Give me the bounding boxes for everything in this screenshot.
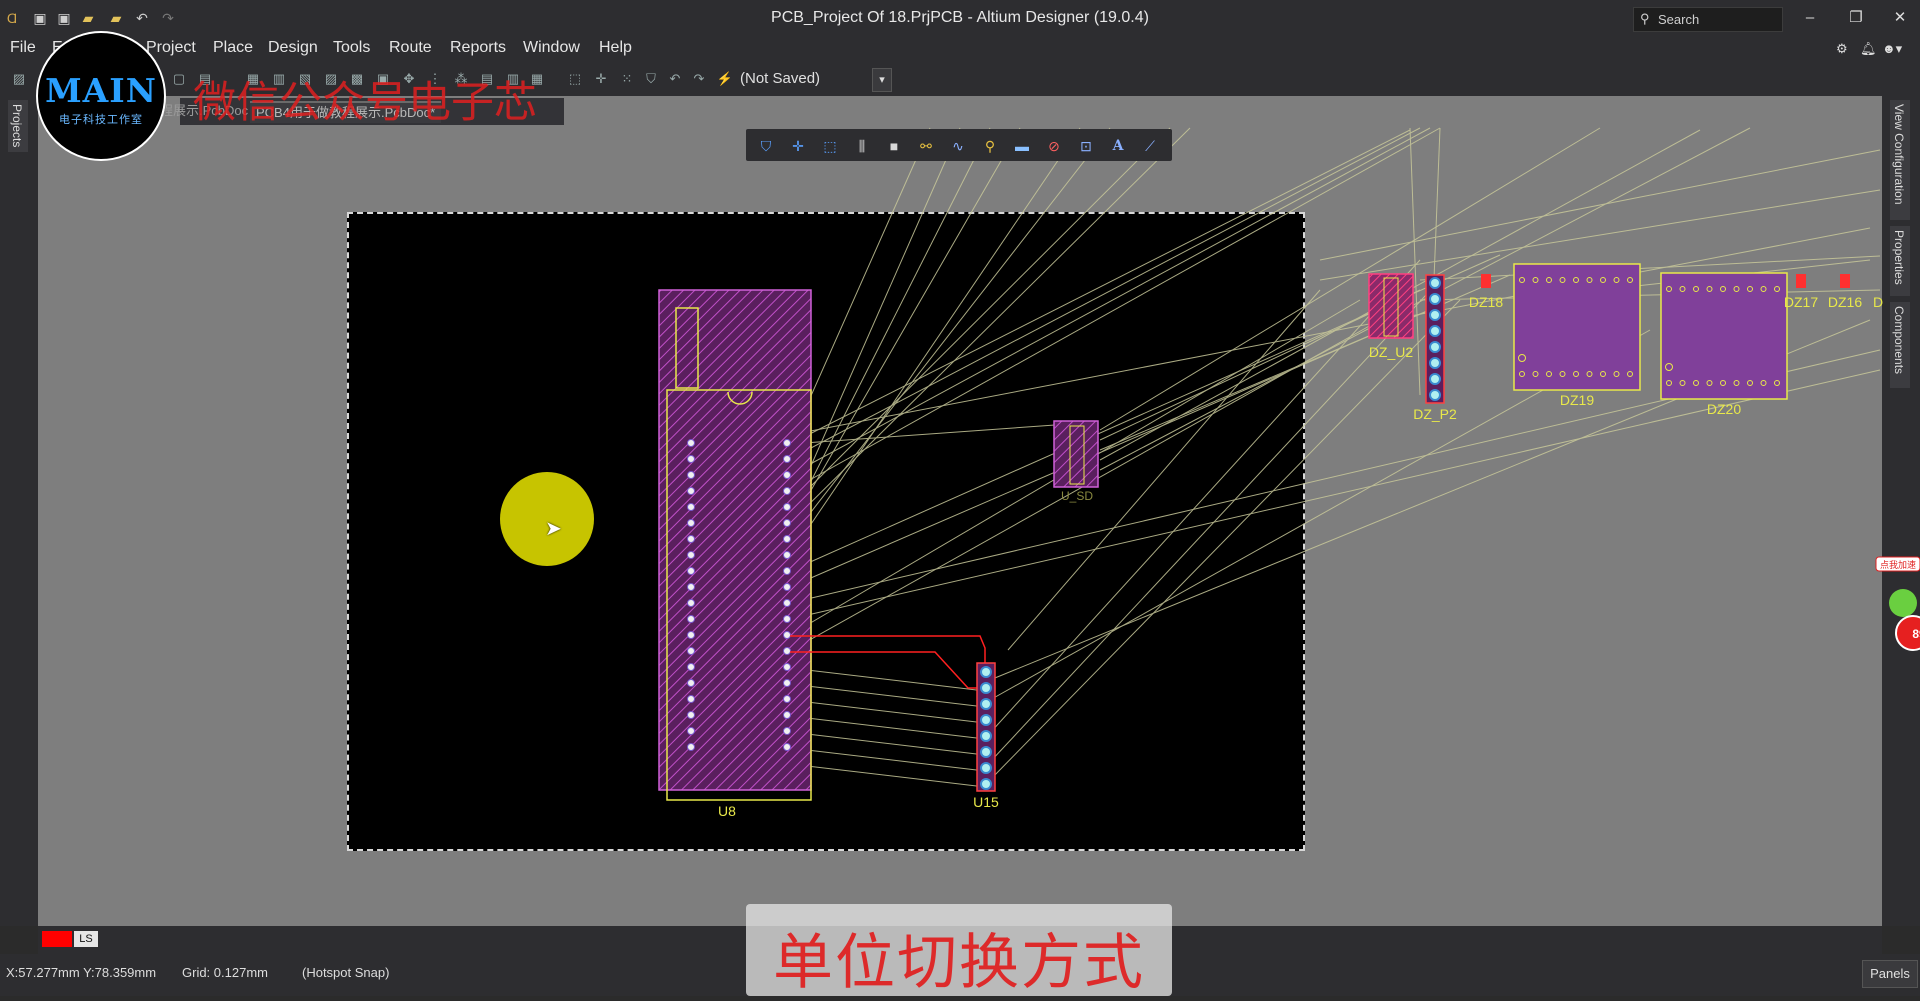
toolbar-redo-icon[interactable]: ↷ — [690, 70, 708, 88]
ad-widget[interactable]: 点我加速 89 — [1875, 553, 1920, 657]
panel-tab-view-configuration[interactable]: View Configuration — [1890, 100, 1910, 220]
search-icon: ⚲ — [1640, 11, 1650, 26]
line-icon[interactable]: ⟋ — [1140, 136, 1160, 156]
right-panel-strip — [1882, 96, 1920, 926]
cross-select-icon[interactable]: ✛ — [788, 136, 808, 156]
layer-set-button[interactable]: LS — [74, 931, 98, 947]
layer-grid-icon[interactable]: ▨ — [10, 70, 28, 88]
snap-mode: (Hotspot Snap) — [302, 965, 390, 980]
minimize-button[interactable]: – — [1796, 6, 1824, 30]
settings-gear-icon[interactable]: ⚙ — [1836, 41, 1848, 57]
logo-subtext: 电子科技工作室 — [59, 114, 143, 126]
video-subtitle: 单位切换方式 — [773, 928, 1145, 998]
panel-tab-view-configuration-label: View Configuration — [1892, 104, 1906, 205]
filter-icon[interactable]: ⛉ — [756, 136, 776, 156]
panel-tab-properties[interactable]: Properties — [1890, 226, 1910, 296]
chevron-down-icon[interactable]: ▾ — [872, 68, 892, 92]
variant-select[interactable]: (Not Saved) — [740, 68, 872, 90]
align-bar-icon[interactable]: ⫼ — [852, 136, 872, 156]
menu-tools[interactable]: Tools — [333, 39, 370, 57]
restore-button[interactable]: ❐ — [1842, 6, 1870, 30]
pcb-board-outline[interactable] — [347, 212, 1305, 851]
user-account-icon[interactable]: ☻▾ — [1882, 41, 1902, 57]
panel-tab-projects[interactable]: Projects — [8, 100, 28, 152]
grid-size[interactable]: Grid: 0.127mm — [182, 965, 268, 980]
magic-wand-icon[interactable]: ⚡ — [716, 70, 734, 88]
menu-file[interactable]: File — [10, 39, 36, 57]
new-icon[interactable]: ▢ — [170, 70, 188, 88]
ad-badge: 89 — [1912, 627, 1920, 641]
panels-button[interactable]: Panels — [1862, 960, 1918, 988]
menu-place[interactable]: Place — [213, 39, 253, 57]
string-text-icon[interactable]: A — [1108, 136, 1128, 156]
panel-tab-properties-label: Properties — [1892, 230, 1906, 285]
search-placeholder: Search — [1658, 12, 1700, 27]
menu-route[interactable]: Route — [389, 39, 432, 57]
watermark-text: 微信公众号电子芯 — [193, 78, 537, 128]
panel-tab-components[interactable]: Components — [1890, 302, 1910, 388]
panel-tab-projects-label: Projects — [10, 104, 24, 148]
move-components-icon[interactable]: ⁙ — [618, 70, 636, 88]
dimension-icon[interactable]: ⊡ — [1076, 136, 1096, 156]
ad-mascot-icon — [1889, 589, 1917, 617]
notifications-bell-icon[interactable]: 🔔︎ — [1860, 41, 1877, 57]
window-title: PCB_Project Of 18.PrjPCB - Altium Design… — [771, 9, 1149, 26]
search-input[interactable]: ⚲ Search — [1633, 7, 1783, 32]
menu-design[interactable]: Design — [268, 39, 318, 57]
channel-logo: MAIN 电子科技工作室 — [36, 31, 166, 161]
toolbar-undo-icon[interactable]: ↶ — [666, 70, 684, 88]
close-button[interactable]: ✕ — [1886, 6, 1914, 30]
clear-filter-icon[interactable]: ⛉ — [642, 70, 660, 88]
move-selection-icon[interactable]: ✛ — [592, 70, 610, 88]
menu-project[interactable]: Project — [146, 39, 196, 57]
menu-help[interactable]: Help — [599, 39, 632, 57]
ad-text: 点我加速 — [1880, 560, 1916, 570]
menu-reports[interactable]: Reports — [450, 39, 506, 57]
select-area-icon[interactable]: ⬚ — [566, 70, 584, 88]
current-layer-color[interactable] — [42, 931, 72, 947]
panel-tab-components-label: Components — [1892, 306, 1906, 375]
cursor-coordinates: X:57.277mm Y:78.359mm — [6, 965, 157, 980]
left-panel-strip — [0, 96, 38, 926]
logo-text: MAIN — [45, 71, 157, 110]
route-icon[interactable]: ⚯ — [916, 136, 936, 156]
fill-icon[interactable]: ▬ — [1012, 136, 1032, 156]
place-component-icon[interactable]: ■ — [884, 136, 904, 156]
via-icon[interactable]: ⚲ — [980, 136, 1000, 156]
diff-pair-icon[interactable]: ∿ — [948, 136, 968, 156]
menu-window[interactable]: Window — [523, 39, 580, 57]
mouse-pointer-icon: ➤ — [545, 518, 562, 540]
keepout-icon[interactable]: ⊘ — [1044, 136, 1064, 156]
select-rect-icon[interactable]: ⬚ — [820, 136, 840, 156]
